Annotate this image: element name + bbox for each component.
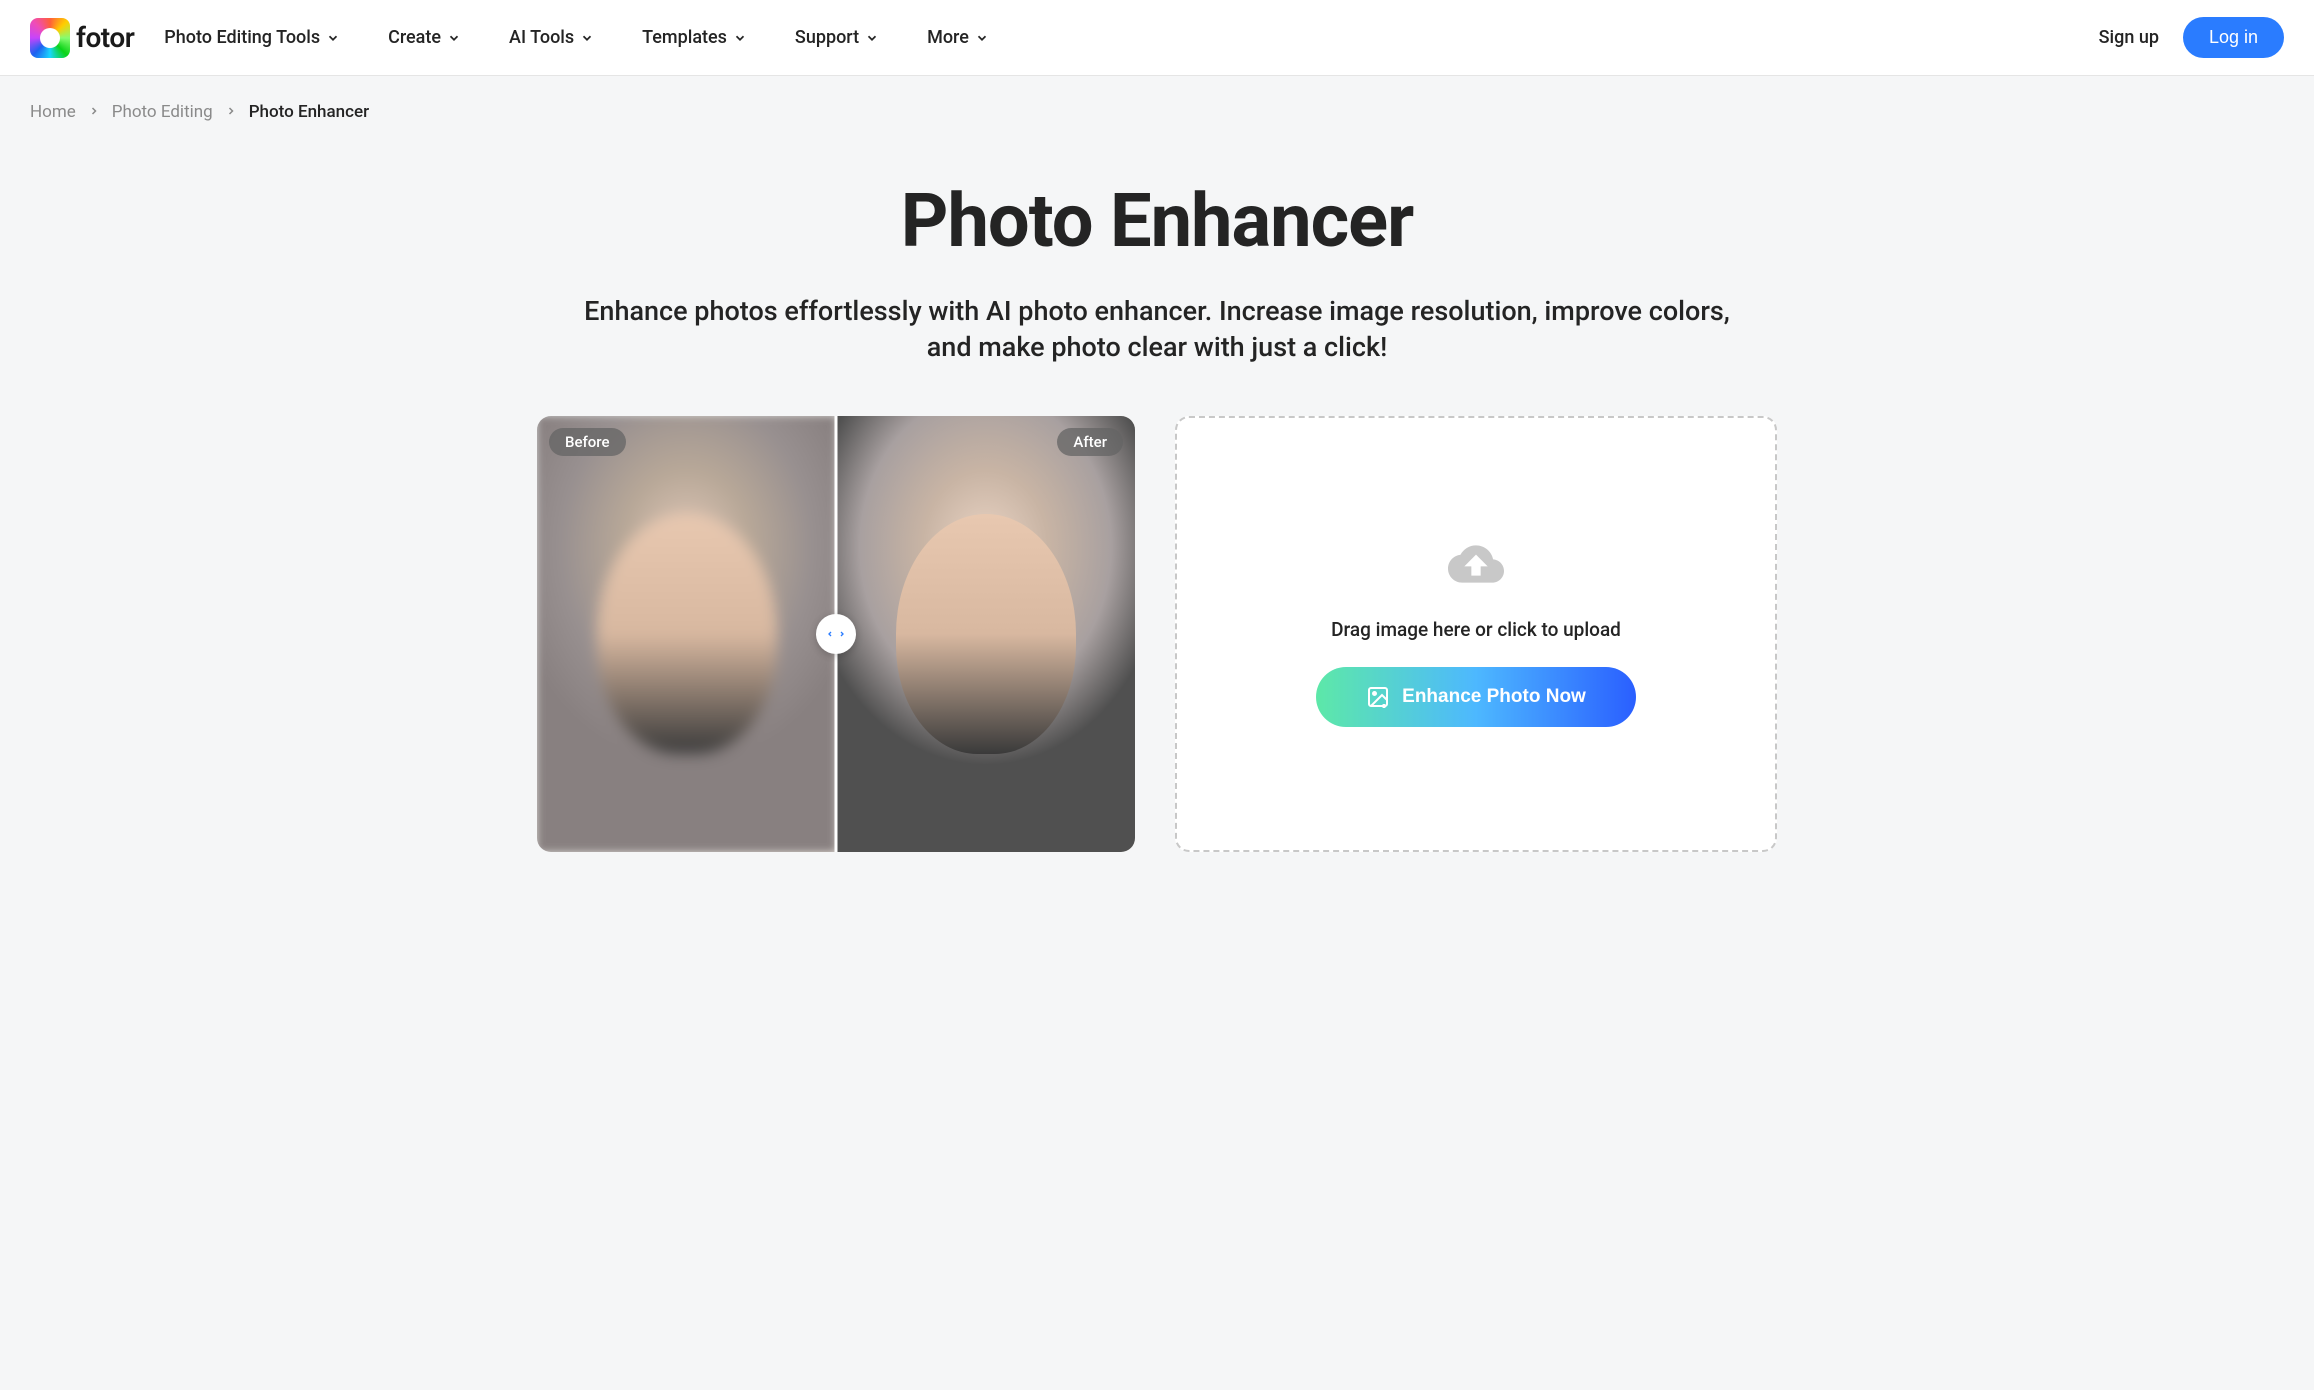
- chevron-right-icon: [88, 102, 100, 122]
- content-row: Before After Drag image here or click to…: [457, 416, 1857, 892]
- chevron-down-icon: [447, 31, 461, 45]
- logo-text: fotor: [76, 21, 134, 54]
- enhance-photo-button[interactable]: Enhance Photo Now: [1316, 667, 1636, 727]
- cloud-upload-icon: [1448, 540, 1504, 592]
- main-header: fotor Photo Editing Tools Create AI Tool…: [0, 0, 2314, 76]
- chevron-down-icon: [580, 31, 594, 45]
- before-after-comparison: Before After: [537, 416, 1135, 852]
- chevron-left-icon: [826, 628, 834, 640]
- nav-templates[interactable]: Templates: [642, 27, 747, 48]
- nav-label: AI Tools: [509, 27, 574, 48]
- chevron-down-icon: [326, 31, 340, 45]
- nav-more[interactable]: More: [927, 27, 989, 48]
- signup-link[interactable]: Sign up: [2099, 27, 2159, 48]
- chevron-down-icon: [733, 31, 747, 45]
- nav-label: Templates: [642, 27, 727, 48]
- nav-label: Photo Editing Tools: [164, 27, 320, 48]
- breadcrumb: Home Photo Editing Photo Enhancer: [0, 76, 2314, 148]
- chevron-down-icon: [975, 31, 989, 45]
- upload-dropzone[interactable]: Drag image here or click to upload Enhan…: [1175, 416, 1777, 852]
- logo-icon: [30, 18, 70, 58]
- nav-support[interactable]: Support: [795, 27, 879, 48]
- chevron-right-icon: [225, 102, 237, 122]
- chevron-down-icon: [865, 31, 879, 45]
- compare-slider-handle[interactable]: [816, 614, 856, 654]
- upload-instruction: Drag image here or click to upload: [1331, 618, 1621, 641]
- nav-photo-editing-tools[interactable]: Photo Editing Tools: [164, 27, 340, 48]
- main-nav: Photo Editing Tools Create AI Tools Temp…: [164, 27, 2098, 48]
- nav-ai-tools[interactable]: AI Tools: [509, 27, 594, 48]
- after-badge: After: [1057, 428, 1123, 456]
- enhance-button-label: Enhance Photo Now: [1402, 686, 1586, 708]
- breadcrumb-current: Photo Enhancer: [249, 102, 369, 122]
- auth-section: Sign up Log in: [2099, 17, 2284, 58]
- nav-create[interactable]: Create: [388, 27, 461, 48]
- logo[interactable]: fotor: [30, 18, 134, 58]
- hero-section: Photo Enhancer Enhance photos effortless…: [0, 148, 2314, 416]
- breadcrumb-home[interactable]: Home: [30, 102, 76, 122]
- nav-label: More: [927, 27, 969, 48]
- nav-label: Support: [795, 27, 859, 48]
- page-title: Photo Enhancer: [30, 178, 2284, 265]
- chevron-right-icon: [838, 628, 846, 640]
- before-badge: Before: [549, 428, 626, 456]
- login-button[interactable]: Log in: [2183, 17, 2284, 58]
- breadcrumb-photo-editing[interactable]: Photo Editing: [112, 102, 213, 122]
- nav-label: Create: [388, 27, 441, 48]
- image-plus-icon: [1366, 685, 1390, 709]
- before-image: [537, 416, 836, 852]
- page-subtitle: Enhance photos effortlessly with AI phot…: [582, 293, 1732, 366]
- after-image: [836, 416, 1135, 852]
